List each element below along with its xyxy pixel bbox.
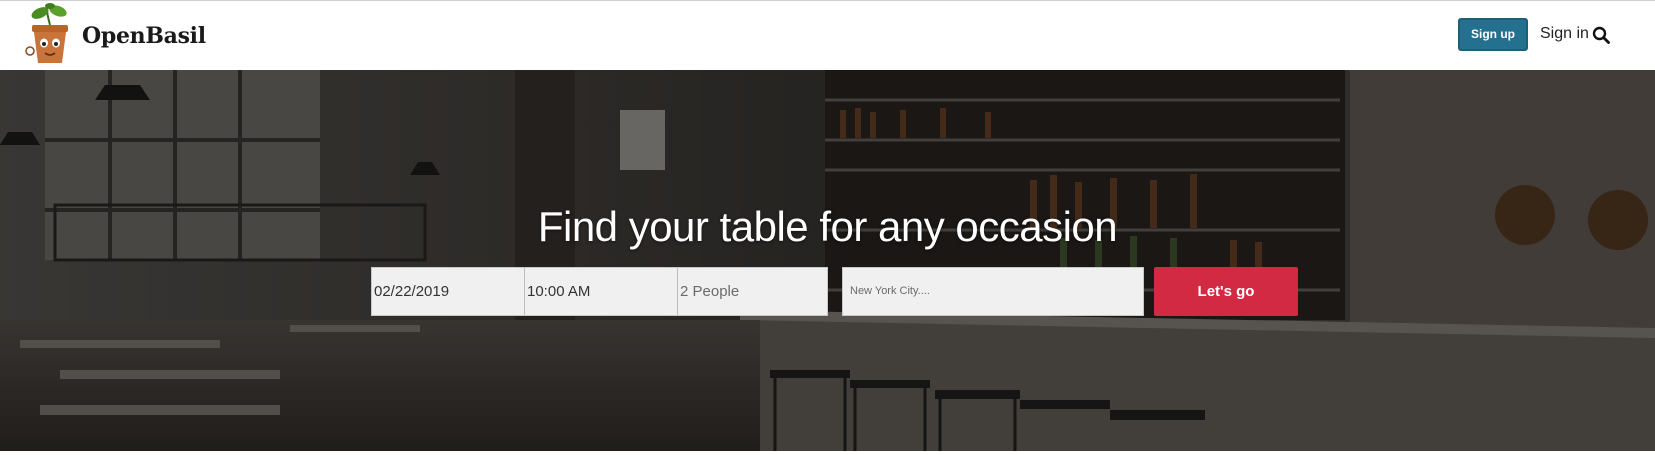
search-icon[interactable]	[1592, 26, 1610, 44]
sign-in-link[interactable]: Sign in	[1540, 23, 1589, 45]
potted-basil-logo-icon	[25, 3, 68, 63]
party-size-select[interactable]: 2 People	[678, 268, 827, 315]
hero-title: Find your table for any occasion	[537, 203, 1118, 250]
location-search-input[interactable]: New York City....	[842, 267, 1144, 316]
lets-go-button[interactable]: Let's go	[1154, 267, 1298, 316]
sign-up-button[interactable]: Sign up	[1458, 18, 1528, 51]
date-picker[interactable]: 02/22/2019	[372, 268, 525, 315]
reservation-search-group: 02/22/2019 10:00 AM 2 People	[371, 267, 828, 316]
brand[interactable]: OpenBasil	[24, 3, 206, 67]
brand-name: OpenBasil	[82, 23, 206, 49]
time-select[interactable]: 10:00 AM	[525, 268, 678, 315]
hero-banner: Find your table for any occasion 02/22/2…	[0, 70, 1655, 451]
top-navigation-bar: OpenBasil Sign up Sign in	[0, 0, 1655, 70]
restaurant-interior-background	[0, 70, 1655, 451]
